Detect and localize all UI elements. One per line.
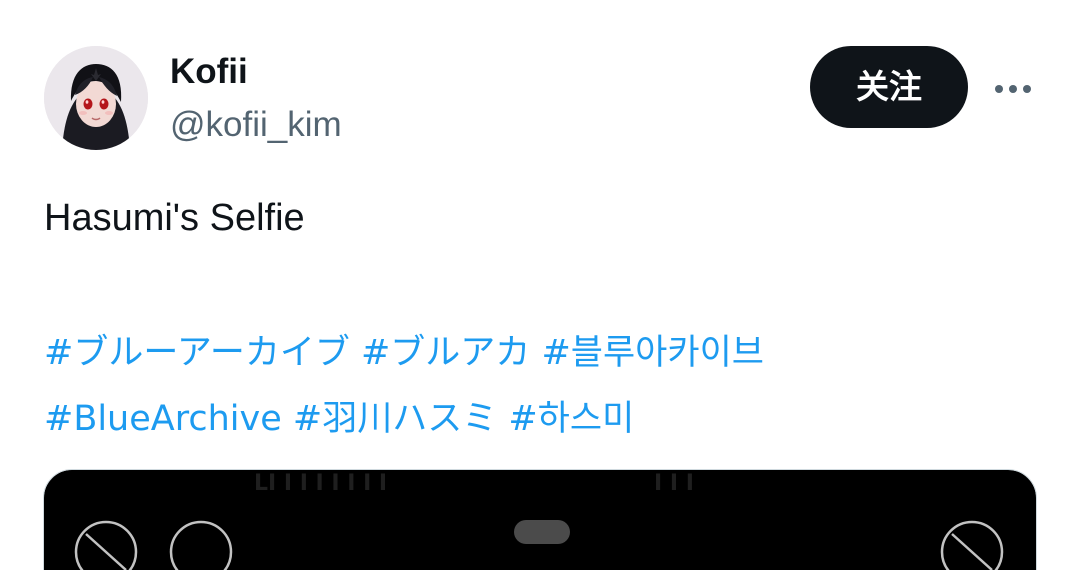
author-display-name[interactable]: Kofii — [170, 50, 248, 94]
tweet-text: Hasumi's Selfie — [44, 197, 305, 239]
hashtag-link[interactable]: #ブルーアーカイブ — [44, 333, 350, 373]
media-preview[interactable]: LI I I I I I I I I I I — [43, 469, 1037, 570]
hashtag-link[interactable]: #羽川ハスミ — [293, 399, 497, 439]
hashtag-link[interactable]: #ブルアカ — [361, 333, 530, 373]
hashtag-link[interactable]: #BlueArchive — [44, 399, 282, 439]
hashtag-line: #ブルーアーカイブ #ブルアカ #블루아카이브 — [44, 320, 1034, 386]
more-horizontal-icon — [995, 85, 1003, 93]
follow-button[interactable]: 关注 — [810, 46, 968, 128]
anime-avatar-icon — [44, 46, 148, 150]
media-preview-graphic: LI I I I I I I I I I I — [44, 470, 1036, 570]
hashtag-line: #BlueArchive #羽川ハスミ #하스미 — [44, 386, 1034, 452]
avatar[interactable] — [44, 46, 148, 150]
more-horizontal-icon-dot — [1009, 85, 1017, 93]
hashtag-link[interactable]: #블루아카이브 — [541, 333, 764, 373]
svg-text:I I I: I I I — [654, 471, 694, 496]
more-options-button[interactable] — [990, 66, 1036, 112]
more-horizontal-icon-dot — [1023, 85, 1031, 93]
svg-text:LI I I I I I I I: LI I I I I I I I — [254, 471, 387, 496]
author-handle[interactable]: @kofii_kim — [170, 103, 342, 147]
hashtag-link[interactable]: #하스미 — [508, 399, 634, 439]
hashtag-list: #ブルーアーカイブ #ブルアカ #블루아카이브 #BlueArchive #羽川… — [44, 320, 1034, 452]
